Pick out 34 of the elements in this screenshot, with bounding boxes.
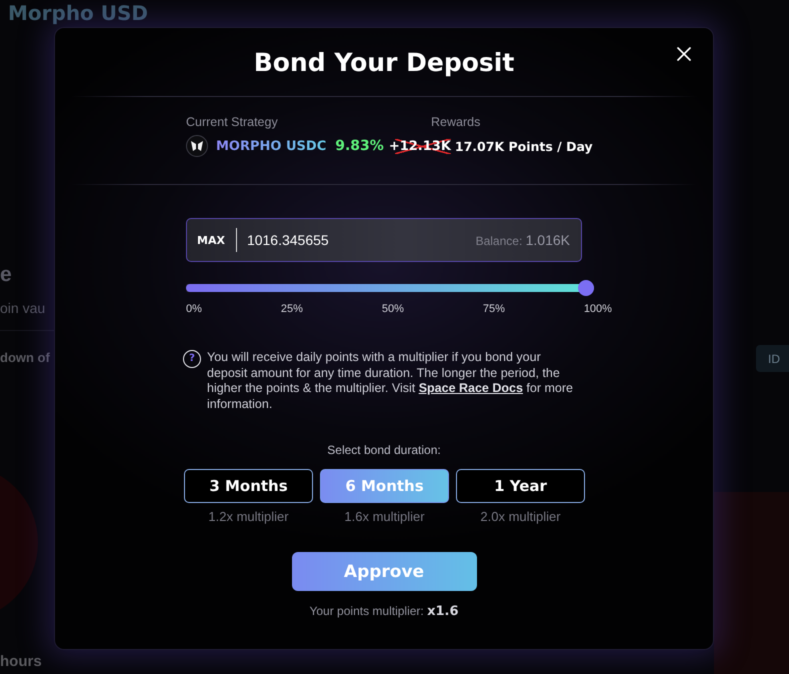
page-title: Morpho USD: [7, 0, 148, 27]
slider-tick-label: 75%: [482, 302, 505, 316]
help-icon: ?: [183, 350, 201, 368]
reward-value: 17.07K Points / Day: [454, 138, 593, 154]
multiplier-text: 2.0x multiplier: [480, 509, 561, 525]
slider-tick-label: 50%: [382, 302, 404, 316]
section-heading: e: [0, 263, 12, 287]
rewards-label: Rewards: [431, 114, 480, 130]
strategy-label: Current Strategy: [186, 114, 278, 130]
max-button[interactable]: MAX: [197, 234, 225, 246]
info-text: You will receive daily points with a multiplier if you bond your deposit amount for any time duration. The longer the period, the higher the points & the multiplier. Visit Space Race Docs for more information.: [207, 350, 574, 412]
section-heading: hours: [0, 652, 42, 672]
amount-input[interactable]: 1016.345655: [246, 230, 476, 250]
slider-thumb[interactable]: [578, 280, 594, 296]
balance-text: Balance: 1.016K: [476, 232, 570, 248]
slider-tick-label: 0%: [186, 302, 202, 316]
strategy-name: MORPHO USDC: [216, 138, 326, 154]
multiplier-text: 1.2x multiplier: [208, 509, 289, 525]
close-icon: [677, 47, 691, 61]
amount-field[interactable]: MAX 1016.345655 Balance: 1.016K: [186, 218, 582, 262]
duration-button[interactable]: 1 Year: [456, 469, 585, 503]
subsection-heading: down of: [0, 349, 50, 367]
slider-tick-label: 25%: [280, 302, 303, 316]
section-subtitle: oin vau: [0, 299, 46, 318]
wings-logo-icon: [186, 135, 208, 157]
docs-link[interactable]: Space Race Docs: [418, 381, 523, 395]
multiplier-summary: Your points multiplier: x1.6: [309, 603, 459, 619]
multiplier-text: 1.6x multiplier: [344, 509, 425, 525]
apy-value: 9.83%: [335, 138, 384, 154]
dialog-title: Bond Your Deposit: [254, 47, 514, 79]
duration-button[interactable]: 3 Months: [184, 469, 313, 503]
side-button[interactable]: ID: [756, 345, 789, 372]
slider-tick-label: 100%: [584, 302, 612, 316]
duration-label: Select bond duration:: [327, 442, 441, 458]
